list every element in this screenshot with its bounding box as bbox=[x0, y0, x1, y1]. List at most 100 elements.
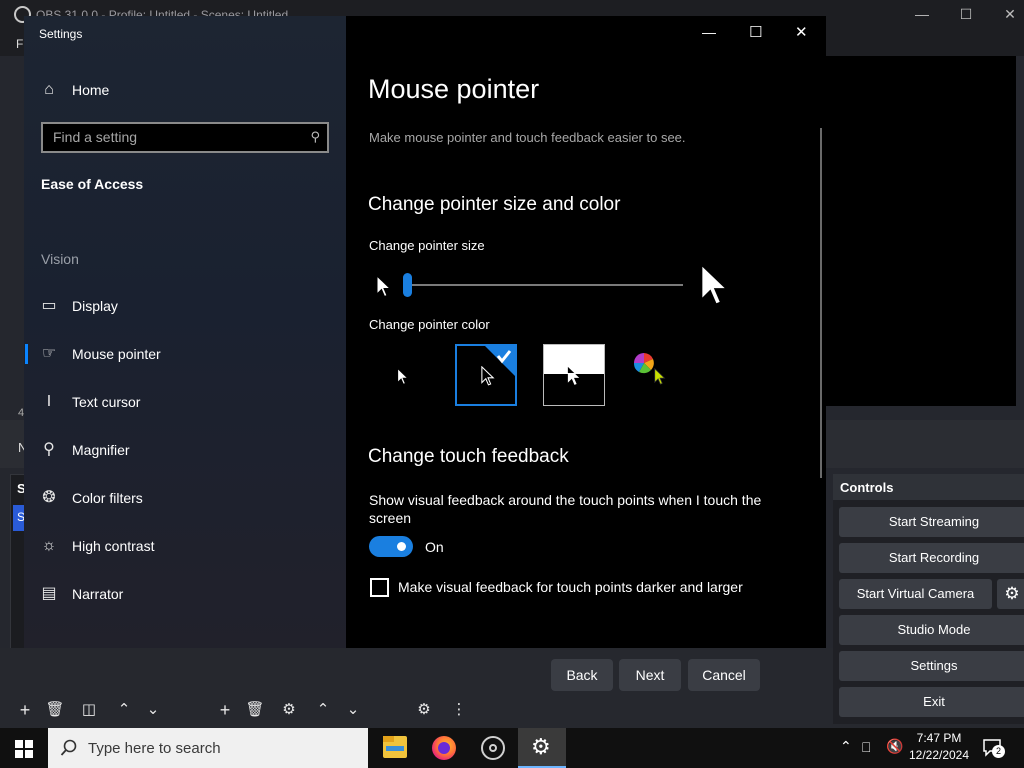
sidebar-item-label: Display bbox=[72, 298, 118, 314]
start-virtual-camera-button[interactable]: Start Virtual Camera bbox=[839, 579, 992, 609]
add-source-icon[interactable]: + bbox=[213, 698, 237, 722]
volume-muted-icon[interactable]: 🔇 bbox=[886, 738, 903, 755]
pointer-size-slider-thumb[interactable] bbox=[403, 273, 412, 297]
tray-chevron-up-icon[interactable]: ⌃ bbox=[840, 738, 852, 755]
obs-settings-button[interactable]: Settings bbox=[839, 651, 1024, 681]
small-pointer-icon bbox=[376, 275, 392, 298]
settings-taskbar-button[interactable]: ⚙ bbox=[518, 728, 566, 768]
obs-minimize-icon[interactable]: — bbox=[912, 6, 932, 22]
sidebar-item-label: Magnifier bbox=[72, 442, 130, 458]
narrator-icon: ▤ bbox=[41, 585, 57, 602]
inverted-pointer-icon bbox=[567, 366, 580, 385]
sidebar-item-high-contrast[interactable]: ☼ High contrast bbox=[24, 526, 346, 566]
virtual-camera-settings-icon[interactable]: ⚙ bbox=[997, 579, 1024, 609]
search-icon: ⚲ bbox=[310, 129, 320, 144]
search-placeholder: Find a setting bbox=[53, 129, 138, 145]
clock-date: 12/22/2024 bbox=[908, 748, 970, 762]
cancel-button[interactable]: Cancel bbox=[688, 659, 760, 691]
pointer-color-inverted[interactable] bbox=[543, 344, 605, 406]
pointer-color-white[interactable] bbox=[370, 344, 432, 406]
touch-feedback-toggle[interactable] bbox=[369, 536, 413, 557]
pointer-color-custom[interactable] bbox=[627, 344, 689, 406]
mouse-pointer-icon: ☞ bbox=[41, 345, 57, 362]
sidebar-item-display[interactable]: ▭ Display bbox=[24, 286, 346, 326]
selected-indicator bbox=[25, 344, 28, 364]
back-button[interactable]: Back bbox=[551, 659, 613, 691]
obs-taskbar-icon[interactable] bbox=[481, 736, 505, 760]
windows-start-icon[interactable] bbox=[15, 740, 33, 758]
magnifier-icon: ⚲ bbox=[43, 441, 55, 458]
settings-window: Settings ⌂ Home Find a setting ⚲ Ease of… bbox=[24, 16, 826, 648]
sidebar-item-label: High contrast bbox=[72, 538, 155, 554]
darker-feedback-checkbox[interactable] bbox=[370, 578, 389, 597]
notification-center-icon[interactable]: 2 bbox=[982, 737, 1005, 759]
large-pointer-icon bbox=[700, 263, 729, 306]
mixer-menu-icon[interactable]: ⋮ bbox=[447, 698, 471, 722]
start-streaming-button[interactable]: Start Streaming bbox=[839, 507, 1024, 537]
next-button[interactable]: Next bbox=[619, 659, 681, 691]
controls-header: Controls bbox=[833, 474, 1024, 500]
source-down-icon[interactable]: ⌄ bbox=[341, 698, 365, 722]
obs-preview bbox=[826, 56, 1016, 406]
sidebar-item-color-filters[interactable]: ❂ Color filters bbox=[24, 478, 346, 518]
remove-source-icon[interactable]: 🗑 bbox=[243, 698, 267, 722]
notification-count: 2 bbox=[992, 745, 1005, 758]
firefox-icon[interactable] bbox=[432, 736, 456, 760]
pointer-color-label: Change pointer color bbox=[369, 317, 490, 332]
darker-feedback-label: Make visual feedback for touch points da… bbox=[398, 579, 743, 595]
page-description: Make mouse pointer and touch feedback ea… bbox=[369, 130, 686, 145]
minimize-icon[interactable]: — bbox=[702, 24, 716, 40]
move-down-icon[interactable]: ⌄ bbox=[141, 698, 165, 722]
sidebar-item-mouse-pointer[interactable]: ☞ Mouse pointer bbox=[24, 334, 346, 374]
toggle-knob bbox=[397, 542, 406, 551]
settings-sidebar: Settings ⌂ Home Find a setting ⚲ Ease of… bbox=[24, 16, 346, 648]
maximize-icon[interactable]: ☐ bbox=[749, 23, 762, 41]
taskbar-clock[interactable]: 7:47 PM 12/22/2024 bbox=[908, 730, 970, 764]
taskbar-search-placeholder: Type here to search bbox=[88, 740, 221, 757]
find-setting-input[interactable]: Find a setting ⚲ bbox=[41, 122, 329, 153]
start-recording-button[interactable]: Start Recording bbox=[839, 543, 1024, 573]
gear-icon: ⚙ bbox=[531, 734, 551, 759]
remove-scene-icon[interactable]: 🗑 bbox=[43, 698, 67, 722]
category-heading: Ease of Access bbox=[41, 176, 144, 192]
touch-feedback-label: Show visual feedback around the touch po… bbox=[369, 492, 762, 526]
pointer-size-slider-track[interactable] bbox=[407, 284, 683, 286]
close-icon[interactable]: ✕ bbox=[795, 23, 808, 41]
display-icon: ▭ bbox=[41, 297, 57, 314]
network-icon[interactable]: ⎕ bbox=[862, 739, 870, 756]
pointer-size-label: Change pointer size bbox=[369, 238, 485, 253]
obs-maximize-icon[interactable]: ☐ bbox=[956, 6, 976, 23]
source-up-icon[interactable]: ⌃ bbox=[311, 698, 335, 722]
sidebar-item-text-cursor[interactable]: I Text cursor bbox=[24, 382, 346, 422]
taskbar: Type here to search ⚙ ⌃ ⎕ 🔇 7:47 PM 12/2… bbox=[0, 728, 1024, 768]
sidebar-item-magnifier[interactable]: ⚲ Magnifier bbox=[24, 430, 346, 470]
page-title: Mouse pointer bbox=[368, 74, 540, 104]
sidebar-item-label: Color filters bbox=[72, 490, 143, 506]
source-settings-icon[interactable]: ⚙ bbox=[277, 698, 301, 722]
text-cursor-icon: I bbox=[46, 393, 52, 410]
section-heading-size-color: Change pointer size and color bbox=[368, 194, 621, 215]
pointer-color-black[interactable] bbox=[455, 344, 517, 406]
taskbar-search-input[interactable]: Type here to search bbox=[48, 728, 368, 768]
content-scrollbar[interactable] bbox=[820, 128, 822, 478]
color-wheel-icon bbox=[633, 353, 654, 374]
sidebar-item-home[interactable]: ⌂ Home bbox=[24, 70, 346, 110]
file-explorer-icon[interactable] bbox=[383, 736, 407, 758]
settings-content: — ☐ ✕ Mouse pointer Make mouse pointer a… bbox=[346, 16, 826, 648]
search-icon bbox=[60, 739, 77, 756]
obs-close-icon[interactable]: ✕ bbox=[1000, 6, 1020, 23]
scene-filters-icon[interactable]: ◫ bbox=[77, 698, 101, 722]
studio-mode-button[interactable]: Studio Mode bbox=[839, 615, 1024, 645]
clock-time: 7:47 PM bbox=[916, 731, 962, 745]
move-up-icon[interactable]: ⌃ bbox=[112, 698, 136, 722]
mixer-settings-icon[interactable]: ⚙ bbox=[412, 698, 436, 722]
sidebar-item-label: Text cursor bbox=[72, 394, 141, 410]
exit-button[interactable]: Exit bbox=[839, 687, 1024, 717]
color-filters-icon: ❂ bbox=[42, 489, 56, 506]
sidebar-item-label: Home bbox=[72, 82, 110, 98]
custom-pointer-icon bbox=[654, 368, 666, 385]
add-scene-icon[interactable]: + bbox=[13, 698, 37, 722]
sidebar-item-narrator[interactable]: ▤ Narrator bbox=[24, 574, 346, 614]
section-heading-touch: Change touch feedback bbox=[368, 446, 569, 467]
home-icon: ⌂ bbox=[44, 81, 54, 98]
